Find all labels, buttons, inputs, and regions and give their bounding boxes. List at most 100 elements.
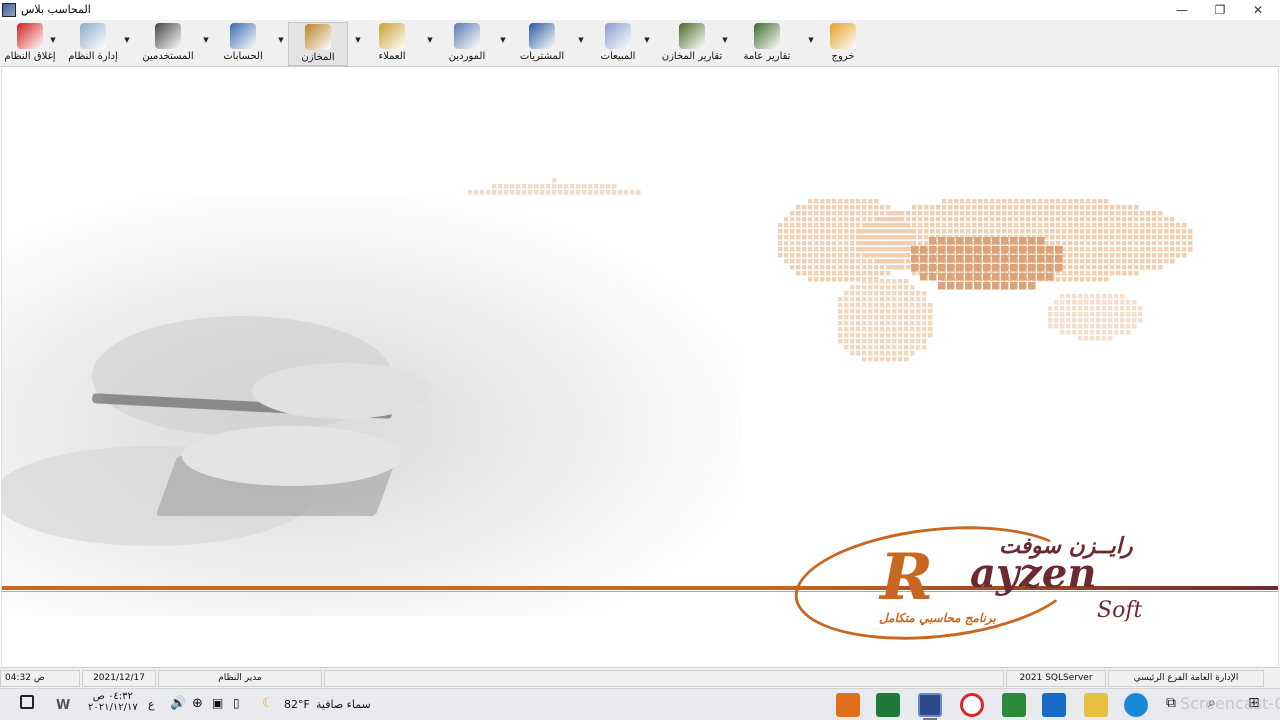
logo-word: ayzen (970, 550, 1097, 597)
map-dot (1080, 199, 1085, 204)
map-dot (1068, 205, 1073, 210)
map-dot (832, 247, 837, 252)
map-dot (858, 229, 863, 234)
restore-button[interactable]: ❐ (1200, 0, 1240, 20)
map-dot (570, 190, 575, 195)
toolbar-button-label: تقارير عامة (743, 51, 791, 62)
taskbar-app-orange-icon[interactable] (836, 693, 860, 717)
map-dot (1164, 241, 1169, 246)
language-indicator[interactable]: ع (148, 698, 155, 711)
minimize-button[interactable]: — (1162, 0, 1202, 20)
map-dot (1152, 211, 1157, 216)
map-dot (960, 205, 965, 210)
map-dot (1010, 282, 1018, 290)
chevron-down-icon[interactable]: ▼ (425, 36, 435, 44)
toolbar-button-0[interactable]: خروج (818, 22, 868, 66)
map-dot (850, 345, 855, 350)
map-dot (876, 253, 881, 258)
toolbar-button-3[interactable]: المبيعات (588, 22, 648, 66)
notification-icon[interactable] (20, 695, 34, 709)
map-dot (874, 291, 879, 296)
map-dot (1134, 265, 1139, 270)
taskbar-mail-icon[interactable] (1042, 693, 1066, 717)
chevron-down-icon[interactable]: ▼ (498, 36, 508, 44)
map-dot (862, 321, 867, 326)
taskbar-red-app-icon[interactable] (960, 693, 984, 717)
taskbar-green-app-icon[interactable] (1002, 693, 1026, 717)
map-dot (954, 223, 959, 228)
map-dot (1060, 300, 1065, 305)
chevron-down-icon[interactable]: ▼ (576, 36, 586, 44)
map-dot (1138, 306, 1143, 311)
taskbar-clock[interactable]: ٠٤:٣٢ ص ٢٠٢١/١٢/١٧ (88, 691, 138, 713)
map-dot (948, 229, 953, 234)
volume-icon[interactable]: 🔊 (170, 696, 186, 711)
map-dot (814, 277, 819, 282)
map-dot (862, 315, 867, 320)
accounts-icon (230, 23, 256, 49)
map-dot (1128, 271, 1133, 276)
toolbar-button-6[interactable]: العملاء (365, 22, 419, 66)
taskbar-excel-icon[interactable] (876, 693, 900, 717)
toolbar-button-11[interactable]: إغلاق النظام (0, 22, 61, 66)
network-icon[interactable]: ⊕ (192, 696, 203, 711)
map-dot (1001, 237, 1009, 245)
taskbar-accounting-app-icon[interactable] (918, 693, 942, 717)
toolbar-button-label: المستخدمين (142, 51, 194, 62)
map-dot (918, 241, 923, 246)
map-dot (972, 205, 977, 210)
map-dot (826, 211, 831, 216)
toolbar-button-7[interactable]: المخازن (288, 22, 348, 66)
map-dot (844, 303, 849, 308)
battery-icon[interactable]: ▯ (233, 696, 240, 710)
map-dot (796, 265, 801, 270)
taskbar-edge-icon[interactable] (1124, 693, 1148, 717)
status-date: 2021/12/17 (82, 670, 156, 687)
map-dot (1048, 318, 1053, 323)
map-dot (1140, 241, 1145, 246)
chevron-down-icon[interactable]: ▼ (276, 36, 286, 44)
map-dot (1078, 306, 1083, 311)
map-dot (802, 253, 807, 258)
chevron-down-icon[interactable]: ▼ (201, 36, 211, 44)
toolbar-button-4[interactable]: المشتريات (510, 22, 574, 66)
chevron-down-icon[interactable]: ▼ (806, 36, 816, 44)
map-dot (856, 271, 861, 276)
toolbar-button-8[interactable]: الحسابات (213, 22, 273, 66)
map-dot (916, 315, 921, 320)
map-dot (1054, 306, 1059, 311)
map-dot (1164, 223, 1169, 228)
map-dot (876, 247, 881, 252)
map-dot (1146, 247, 1151, 252)
map-dot (808, 259, 813, 264)
chevron-down-icon[interactable]: ▼ (353, 36, 363, 44)
weather-text[interactable]: سماء صافية (316, 698, 371, 711)
task-view-icon[interactable]: ⧉ (1166, 695, 1176, 711)
toolbar-button-1[interactable]: تقارير عامة (732, 22, 802, 66)
toolbar-button-10[interactable]: إدارة النظام (60, 22, 126, 66)
taskbar-folder-icon[interactable] (1084, 693, 1108, 717)
map-dot (874, 309, 879, 314)
map-dot (965, 246, 973, 254)
map-dot (504, 184, 509, 189)
map-dot (1102, 312, 1107, 317)
main-area: رايــزن سوفت R ayzen Soft برنامج محاسبي … (1, 68, 1279, 666)
toolbar-button-2[interactable]: تقارير المخازن (654, 22, 730, 66)
map-dot (1092, 229, 1097, 234)
weather-temp[interactable]: 82°F (284, 698, 310, 711)
screencast-icon[interactable]: W (56, 698, 70, 713)
map-dot (820, 247, 825, 252)
map-dot (892, 279, 897, 284)
map-dot (1158, 259, 1163, 264)
close-button[interactable]: ✕ (1238, 0, 1278, 20)
map-dot (984, 217, 989, 222)
map-dot (876, 223, 881, 228)
map-dot (856, 205, 861, 210)
tray-app-icon[interactable]: ▣ (212, 696, 223, 710)
map-dot (516, 184, 521, 189)
toolbar-button-9[interactable]: المستخدمين (134, 22, 202, 66)
map-dot (1048, 324, 1053, 329)
map-dot (983, 255, 991, 263)
map-dot (974, 282, 982, 290)
toolbar-button-5[interactable]: الموردين (437, 22, 497, 66)
